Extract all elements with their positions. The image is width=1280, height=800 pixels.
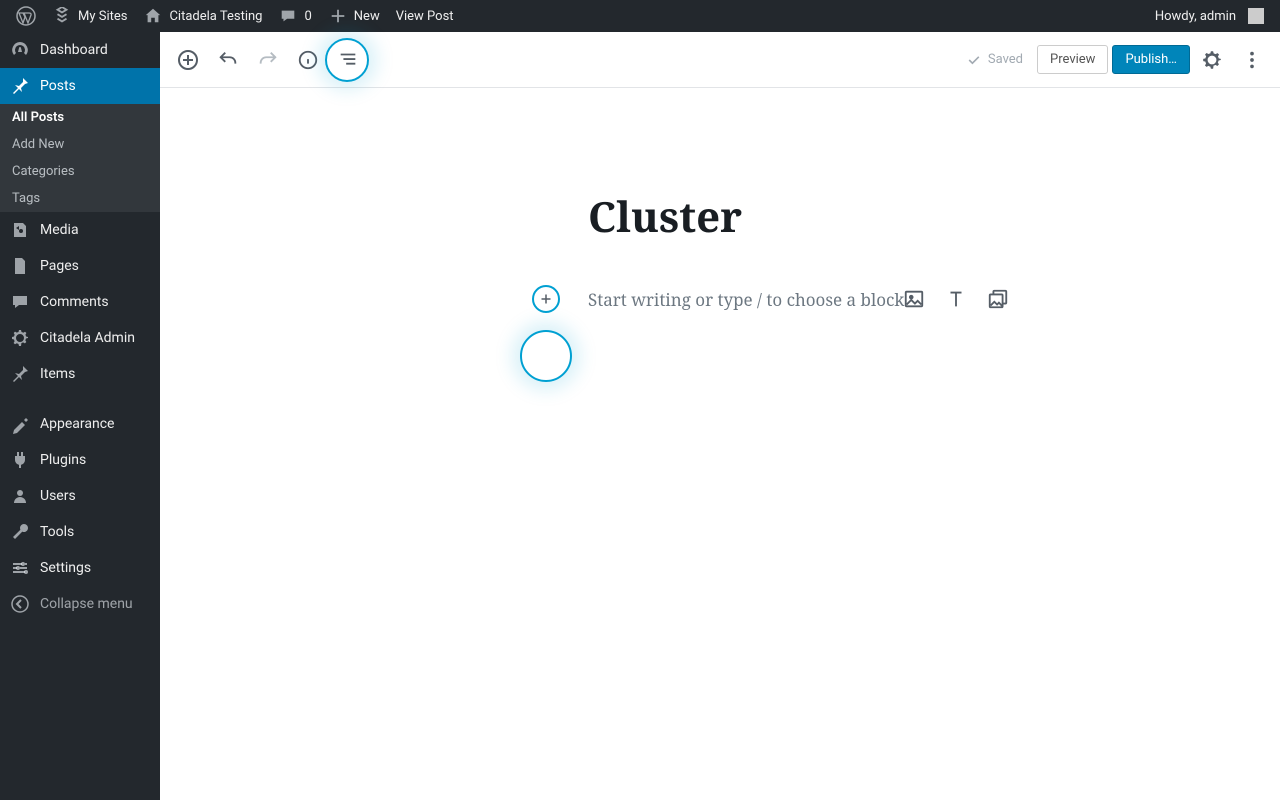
comments-bubble[interactable]: 0: [270, 0, 319, 32]
menu-settings-label: Settings: [40, 560, 91, 576]
post-title[interactable]: Cluster: [588, 188, 1280, 245]
menu-tools[interactable]: Tools: [0, 514, 160, 550]
saved-label: Saved: [988, 52, 1023, 67]
menu-users[interactable]: Users: [0, 478, 160, 514]
publish-button[interactable]: Publish…: [1112, 45, 1190, 74]
undo-button[interactable]: [210, 42, 246, 78]
multisite-icon: [52, 6, 72, 26]
menu-dashboard[interactable]: Dashboard: [0, 32, 160, 68]
settings-icon: [10, 558, 30, 578]
menu-items[interactable]: Items: [0, 356, 160, 392]
content-info-button[interactable]: [290, 42, 326, 78]
check-icon: [966, 52, 982, 68]
media-icon: [10, 220, 30, 240]
howdy-label: Howdy, admin: [1155, 9, 1236, 24]
heading-block-icon[interactable]: [944, 287, 968, 311]
menu-plugins-label: Plugins: [40, 452, 86, 468]
preview-button[interactable]: Preview: [1037, 45, 1108, 74]
menu-media[interactable]: Media: [0, 212, 160, 248]
pages-icon: [10, 256, 30, 276]
view-post-label: View Post: [396, 9, 454, 24]
editor: Saved Preview Publish… Cluster: [160, 32, 1280, 800]
submenu-posts: All Posts Add New Categories Tags: [0, 104, 160, 212]
block-navigation-button[interactable]: [330, 42, 366, 78]
menu-pages[interactable]: Pages: [0, 248, 160, 284]
users-icon: [10, 486, 30, 506]
block-inserter-button[interactable]: [532, 285, 560, 313]
editor-toolbar: Saved Preview Publish…: [160, 32, 1280, 88]
submenu-categories[interactable]: Categories: [0, 158, 160, 185]
admin-bar: My Sites Citadela Testing 0 New View Pos…: [0, 0, 1280, 32]
collapse-label: Collapse menu: [40, 596, 133, 612]
site-name[interactable]: Citadela Testing: [135, 0, 270, 32]
appearance-icon: [10, 414, 30, 434]
my-sites-label: My Sites: [78, 9, 127, 24]
more-options-button[interactable]: [1234, 42, 1270, 78]
collapse-icon: [10, 594, 30, 614]
save-status: Saved: [956, 52, 1033, 68]
home-icon: [143, 6, 163, 26]
comments-icon: [10, 292, 30, 312]
site-name-label: Citadela Testing: [169, 9, 262, 24]
menu-tools-label: Tools: [40, 524, 74, 540]
block-placeholder[interactable]: Start writing or type / to choose a bloc…: [588, 288, 904, 311]
plugins-icon: [10, 450, 30, 470]
comment-icon: [278, 6, 298, 26]
menu-comments[interactable]: Comments: [0, 284, 160, 320]
menu-items-label: Items: [40, 366, 75, 382]
menu-posts[interactable]: Posts: [0, 68, 160, 104]
settings-toggle-button[interactable]: [1194, 42, 1230, 78]
my-account[interactable]: Howdy, admin: [1147, 0, 1272, 32]
menu-appearance[interactable]: Appearance: [0, 406, 160, 442]
menu-users-label: Users: [40, 488, 76, 504]
menu-citadela-admin[interactable]: Citadela Admin: [0, 320, 160, 356]
submenu-add-new[interactable]: Add New: [0, 131, 160, 158]
gear-icon: [10, 328, 30, 348]
gallery-block-icon[interactable]: [986, 287, 1010, 311]
add-block-button[interactable]: [170, 42, 206, 78]
image-block-icon[interactable]: [902, 287, 926, 311]
plus-icon: [328, 6, 348, 26]
menu-media-label: Media: [40, 222, 79, 238]
wp-logo[interactable]: [8, 0, 44, 32]
menu-posts-label: Posts: [40, 78, 76, 94]
tools-icon: [10, 522, 30, 542]
pin-icon: [10, 76, 30, 96]
redo-button[interactable]: [250, 42, 286, 78]
submenu-tags[interactable]: Tags: [0, 185, 160, 212]
submenu-all-posts[interactable]: All Posts: [0, 104, 160, 131]
my-sites[interactable]: My Sites: [44, 0, 135, 32]
avatar: [1248, 8, 1264, 24]
menu-citadela-admin-label: Citadela Admin: [40, 330, 135, 346]
collapse-menu[interactable]: Collapse menu: [0, 586, 160, 622]
wordpress-icon: [16, 6, 36, 26]
dashboard-icon: [10, 40, 30, 60]
menu-pages-label: Pages: [40, 258, 79, 274]
highlight-ring-icon: [520, 330, 572, 382]
menu-settings[interactable]: Settings: [0, 550, 160, 586]
menu-dashboard-label: Dashboard: [40, 42, 108, 58]
comments-count: 0: [304, 9, 311, 24]
new-content[interactable]: New: [320, 0, 388, 32]
admin-sidebar: Dashboard Posts All Posts Add New Catego…: [0, 32, 160, 800]
menu-comments-label: Comments: [40, 294, 109, 310]
view-post[interactable]: View Post: [388, 0, 462, 32]
menu-appearance-label: Appearance: [40, 416, 114, 432]
new-label: New: [354, 9, 380, 24]
pin-icon: [10, 364, 30, 384]
menu-plugins[interactable]: Plugins: [0, 442, 160, 478]
